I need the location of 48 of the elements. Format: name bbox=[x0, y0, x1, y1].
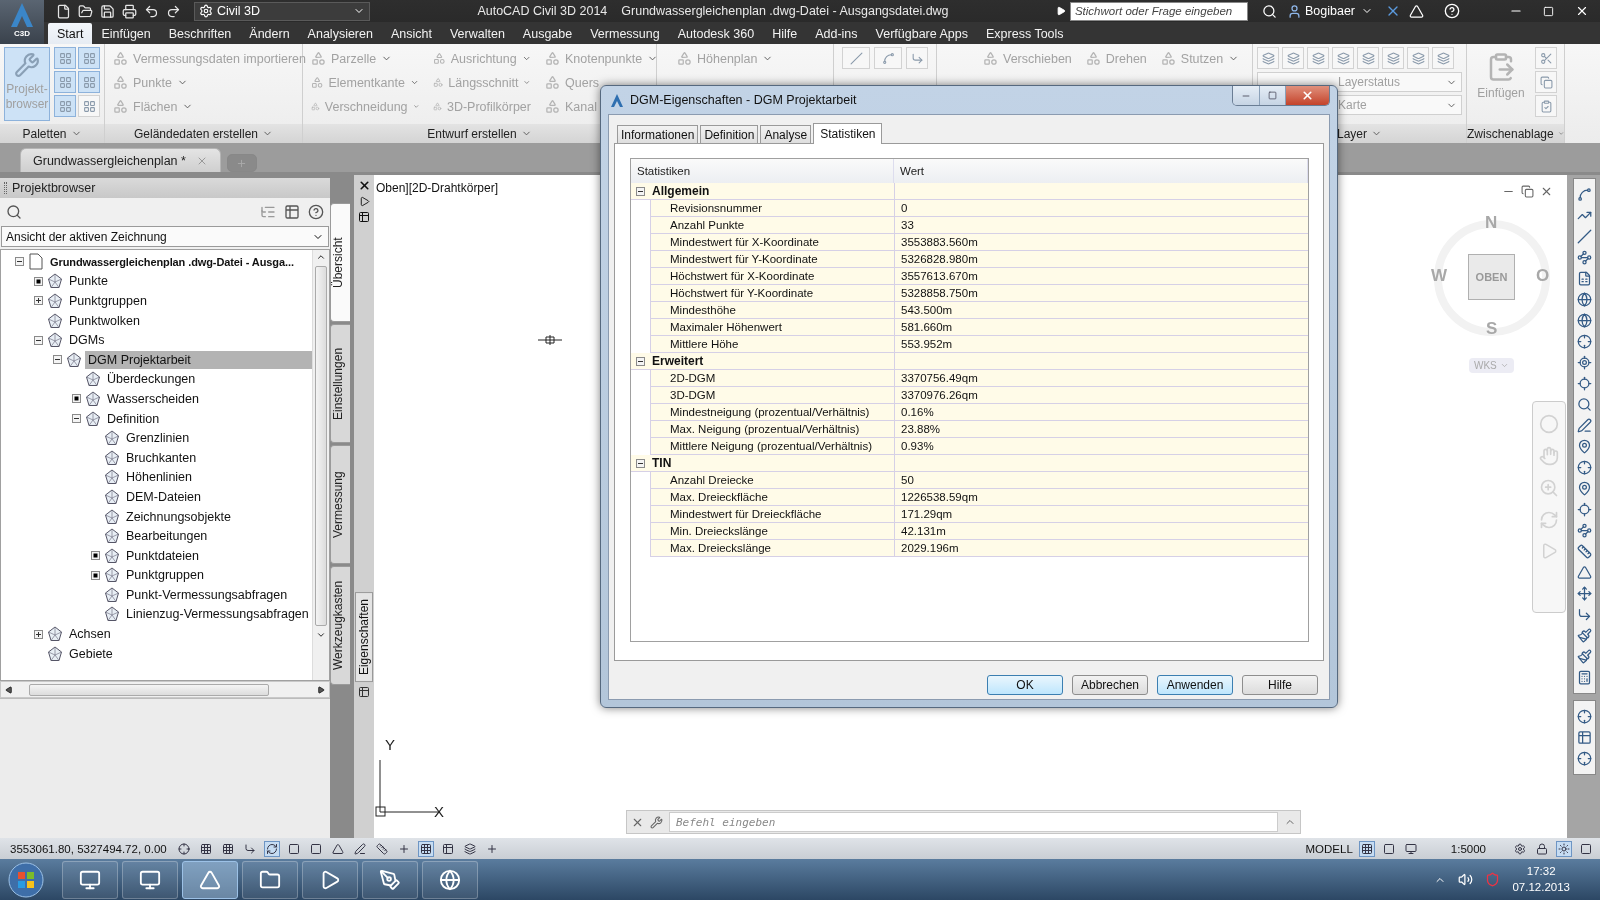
app-title: AutoCAD Civil 3D 2014 bbox=[477, 4, 608, 18]
property-name: Anzahl Punkte bbox=[650, 217, 894, 234]
property-name: Höchstwert für X-Koordinate bbox=[650, 268, 894, 285]
property-value: 3370976.26qm bbox=[894, 387, 1308, 404]
group-label: Allgemein bbox=[650, 183, 894, 200]
group-label: Erweitert bbox=[650, 353, 894, 370]
property-name: Höchstwert für Y-Koordinate bbox=[650, 285, 894, 302]
file-title: Grundwassergleichenplan .dwg-Datei - Ausgangsdatei.dwg bbox=[621, 4, 949, 18]
property-value: 5326828.980m bbox=[894, 251, 1308, 268]
dialog-title: DGM-Eigenschaften - DGM Projektarbeit bbox=[630, 93, 858, 107]
property-value: 42.131m bbox=[894, 523, 1308, 540]
property-value: 3553883.560m bbox=[894, 234, 1308, 251]
property-value: 581.660m bbox=[894, 319, 1308, 336]
property-value: 5328858.750m bbox=[894, 285, 1308, 302]
property-value: 3370756.49qm bbox=[894, 370, 1308, 387]
property-name: 2D-DGM bbox=[650, 370, 894, 387]
group-label: TIN bbox=[650, 455, 894, 472]
property-name: Max. Neigung (prozentual/Verhältnis) bbox=[650, 421, 894, 438]
property-value: 1226538.59qm bbox=[894, 489, 1308, 506]
property-name: Mittlere Neigung (prozentual/Verhältnis) bbox=[650, 438, 894, 455]
property-name: Mindestwert für X-Koordinate bbox=[650, 234, 894, 251]
property-name: Mindesthöhe bbox=[650, 302, 894, 319]
property-name: Mindestneigung (prozentual/Verhältnis) bbox=[650, 404, 894, 421]
property-value: 553.952m bbox=[894, 336, 1308, 353]
property-name: 3D-DGM bbox=[650, 387, 894, 404]
property-name: Anzahl Dreiecke bbox=[650, 472, 894, 489]
coordinates-readout: 3553061.80, 5327494.72, 0.00 bbox=[9, 842, 168, 855]
property-value: 33 bbox=[894, 217, 1308, 234]
property-name: Min. Dreieckslänge bbox=[650, 523, 894, 540]
property-value: 171.29qm bbox=[894, 506, 1308, 523]
property-value: 3557613.670m bbox=[894, 268, 1308, 285]
property-value: 543.500m bbox=[894, 302, 1308, 319]
palette-title: Projektbrowser bbox=[12, 181, 96, 195]
axis-label: Y bbox=[385, 736, 395, 753]
property-value: 23.88% bbox=[894, 421, 1308, 438]
property-value: 2029.196m bbox=[894, 540, 1308, 557]
property-value: 50 bbox=[894, 472, 1308, 489]
property-value: 0.93% bbox=[894, 438, 1308, 455]
property-value: 0 bbox=[894, 200, 1308, 217]
property-name: Mindestwert für Y-Koordinate bbox=[650, 251, 894, 268]
property-name: Maximaler Höhenwert bbox=[650, 319, 894, 336]
property-name: Revisionsnummer bbox=[650, 200, 894, 217]
axis-label: X bbox=[434, 803, 444, 820]
property-value: 0.16% bbox=[894, 404, 1308, 421]
property-name: Mindestwert für Dreieckfläche bbox=[650, 506, 894, 523]
property-name: Max. Dreieckslänge bbox=[650, 540, 894, 557]
property-name: Max. Dreieckfläche bbox=[650, 489, 894, 506]
property-name: Mittlere Höhe bbox=[650, 336, 894, 353]
